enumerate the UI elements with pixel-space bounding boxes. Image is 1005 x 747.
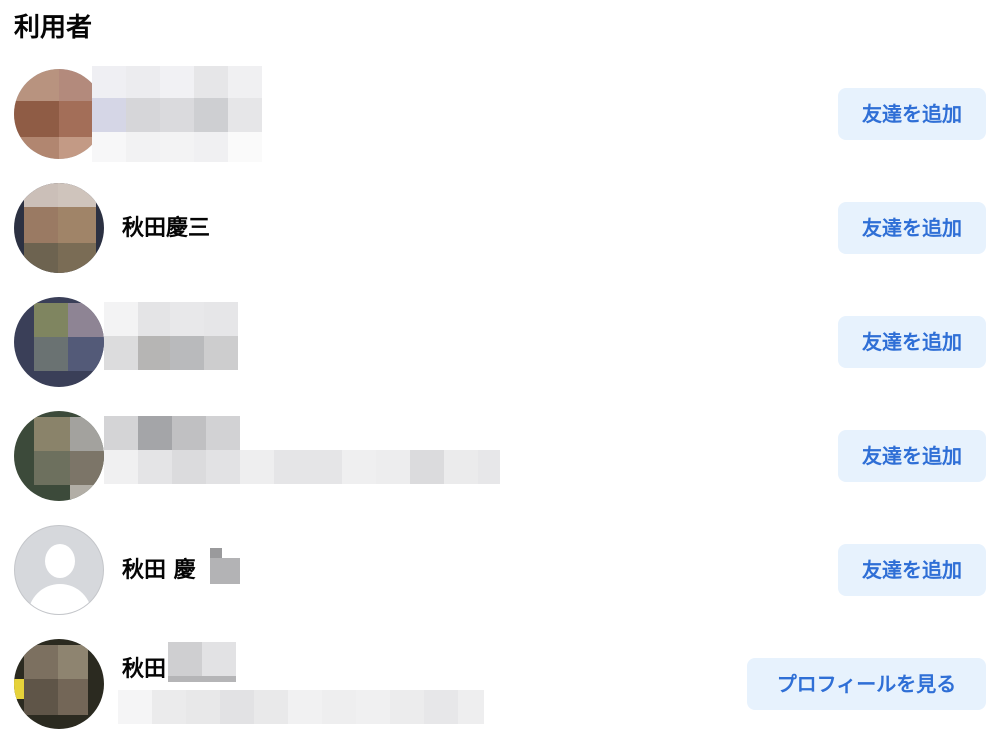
add-friend-button[interactable]: 友達を追加 bbox=[838, 430, 986, 482]
person-silhouette-icon bbox=[45, 544, 75, 578]
add-friend-button[interactable]: 友達を追加 bbox=[838, 544, 986, 596]
list-item: 秋田 慶 友達を追加 bbox=[0, 522, 1005, 618]
avatar[interactable] bbox=[14, 411, 104, 501]
list-item: 秋田 プロフィールを見る bbox=[0, 636, 1005, 732]
avatar[interactable] bbox=[14, 297, 104, 387]
add-friend-button[interactable]: 友達を追加 bbox=[838, 316, 986, 368]
avatar[interactable] bbox=[14, 525, 104, 615]
list-item: 秋田慶三 友達を追加 bbox=[0, 180, 1005, 276]
avatar[interactable] bbox=[14, 183, 104, 273]
add-friend-button[interactable]: 友達を追加 bbox=[838, 88, 986, 140]
list-item: 友達を追加 bbox=[0, 66, 1005, 162]
add-friend-button[interactable]: 友達を追加 bbox=[838, 202, 986, 254]
section-title: 利用者 bbox=[14, 13, 93, 43]
person-name[interactable]: 秋田 慶 bbox=[122, 557, 196, 585]
person-name[interactable]: 秋田慶三 bbox=[122, 215, 210, 243]
list-item: 友達を追加 bbox=[0, 294, 1005, 390]
view-profile-button[interactable]: プロフィールを見る bbox=[747, 658, 986, 710]
avatar[interactable] bbox=[14, 639, 104, 729]
list-item: 友達を追加 bbox=[0, 408, 1005, 504]
person-name[interactable]: 秋田 bbox=[122, 656, 166, 684]
avatar[interactable] bbox=[14, 69, 104, 159]
